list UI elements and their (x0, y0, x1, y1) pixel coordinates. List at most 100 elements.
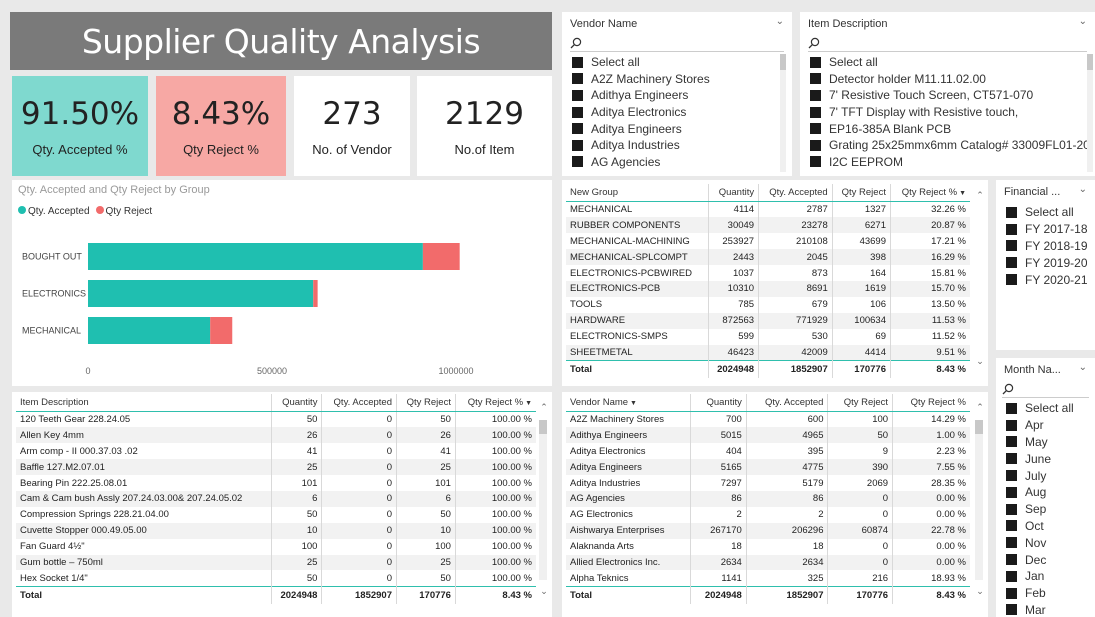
checkbox-icon[interactable] (572, 123, 583, 135)
scrollbar[interactable] (539, 420, 547, 580)
chevron-down-icon[interactable]: ⌄ (1079, 184, 1087, 195)
column-header[interactable]: Qty Reject % ▼ (454, 394, 536, 412)
bar-accepted[interactable] (88, 243, 423, 270)
column-header[interactable]: Qty. Accepted (745, 394, 828, 412)
vendor-slicer-header[interactable]: Vendor Name ⌄ (562, 12, 792, 34)
table-row[interactable]: 120 Teeth Gear 228.24.05 50 0 50 100.00 % (16, 411, 536, 428)
table-row[interactable]: Aditya Industries 7297 5179 2069 28.35 % (566, 475, 970, 491)
slicer-option[interactable]: Apr (1006, 417, 1087, 434)
table-row[interactable]: RUBBER COMPONENTS 30049 23278 6271 20.87 % (566, 217, 970, 234)
column-header[interactable]: New Group (566, 184, 709, 202)
table-row[interactable]: Hex Socket 1/4" 50 0 50 100.00 % (16, 570, 536, 587)
checkbox-icon[interactable] (1006, 274, 1017, 286)
month-search-input[interactable] (1002, 380, 1089, 398)
financial-year-slicer[interactable]: Financial ... ⌄ Select all FY 2017-18 FY 2… (996, 180, 1095, 350)
column-header[interactable]: Qty. Accepted (758, 184, 833, 202)
checkbox-icon[interactable] (1006, 240, 1017, 252)
bar-accepted[interactable] (88, 280, 314, 307)
sort-arrow-icon[interactable]: ▼ (523, 400, 532, 407)
table-row[interactable]: Allied Electronics Inc. 2634 2634 0 0.00 % (566, 554, 970, 571)
table-row[interactable]: Bearing Pin 222.25.08.01 101 0 101 100.00 % (16, 475, 536, 491)
slicer-option[interactable]: EP16-385A Blank PCB (810, 120, 1087, 137)
checkbox-icon[interactable] (1006, 503, 1017, 515)
checkbox-icon[interactable] (572, 56, 583, 68)
table-row[interactable]: SHEETMETAL 46423 42009 4414 9.51 % (566, 344, 970, 361)
table-row[interactable]: Aditya Electronics 404 395 9 2.23 % (566, 443, 970, 460)
slicer-option[interactable]: A2Z Machinery Stores (572, 71, 784, 88)
column-header[interactable]: Item Description (16, 394, 272, 412)
bar-reject[interactable] (422, 243, 460, 270)
slicer-option[interactable]: FY 2020-21 (1006, 271, 1087, 288)
scrollbar[interactable] (1087, 54, 1093, 172)
table-row[interactable]: Arm comp - II 000.37.03 .02 41 0 41 100.00 % (16, 443, 536, 460)
checkbox-icon[interactable] (1006, 520, 1017, 532)
slicer-option[interactable]: Feb (1006, 585, 1087, 602)
slicer-option[interactable]: Select all (810, 54, 1087, 71)
scroll-up-arrow[interactable]: ⌃ (538, 402, 550, 413)
checkbox-icon[interactable] (572, 106, 583, 118)
item-slicer-header[interactable]: Item Description ⌄ (800, 12, 1095, 34)
slicer-option[interactable]: 7' Resistive Touch Screen, CT571-070 (810, 87, 1087, 104)
slicer-option[interactable]: Aditya Electronics (572, 104, 784, 121)
slicer-option[interactable]: FY 2018-19 (1006, 238, 1087, 255)
slicer-option[interactable]: May (1006, 434, 1087, 451)
table-row[interactable]: Baffle 127.M2.07.01 25 0 25 100.00 % (16, 459, 536, 476)
table-row[interactable]: MECHANICAL-SPLCOMPT 2443 2045 398 16.29 % (566, 249, 970, 266)
scrollbar[interactable] (780, 54, 786, 172)
table-row[interactable]: Cam & Cam bush Assly 207.24.03.00& 207.2… (16, 490, 536, 507)
column-header[interactable]: Quantity (690, 394, 747, 412)
slicer-option[interactable]: Grating 25x25mmx6mm Catalog# 33009FL01-2… (810, 137, 1087, 154)
slicer-option[interactable]: Oct (1006, 518, 1087, 535)
table-row[interactable]: AG Electronics 2 2 0 0.00 % (566, 506, 970, 523)
table-row[interactable]: Allen Key 4mm 26 0 26 100.00 % (16, 427, 536, 444)
slicer-option[interactable]: Sep (1006, 501, 1087, 518)
checkbox-icon[interactable] (1006, 604, 1017, 616)
checkbox-icon[interactable] (1006, 257, 1017, 269)
checkbox-icon[interactable] (572, 73, 583, 85)
checkbox-icon[interactable] (1006, 470, 1017, 482)
table-row[interactable]: MECHANICAL 4114 2787 1327 32.26 % (566, 201, 970, 218)
chevron-down-icon[interactable]: ⌄ (776, 16, 784, 27)
checkbox-icon[interactable] (1006, 206, 1017, 218)
slicer-option[interactable]: Detector holder M11.11.02.00 (810, 71, 1087, 88)
table-row[interactable]: MECHANICAL-MACHINING 253927 210108 43699 17.… (566, 233, 970, 250)
scroll-down-arrow[interactable]: ⌄ (538, 586, 550, 597)
sort-arrow-icon[interactable]: ▼ (957, 190, 966, 197)
column-header[interactable]: Qty Reject (827, 394, 893, 412)
checkbox-icon[interactable] (1006, 537, 1017, 549)
checkbox-icon[interactable] (810, 123, 821, 135)
column-header[interactable]: Qty Reject % (892, 394, 970, 412)
slicer-option[interactable]: Mar (1006, 602, 1087, 617)
checkbox-icon[interactable] (810, 156, 821, 168)
scrollbar[interactable] (975, 420, 983, 580)
slicer-option[interactable]: 7' TFT Display with Resistive touch, (810, 104, 1087, 121)
checkbox-icon[interactable] (1006, 587, 1017, 599)
checkbox-icon[interactable] (572, 156, 583, 168)
table-row[interactable]: TOOLS 785 679 106 13.50 % (566, 296, 970, 313)
chevron-down-icon[interactable]: ⌄ (1079, 362, 1087, 373)
column-header[interactable]: Quantity (270, 394, 322, 412)
slicer-option[interactable]: Select all (1006, 204, 1087, 221)
column-header[interactable]: Qty Reject % ▼ (889, 184, 970, 202)
bar-reject[interactable] (210, 317, 233, 344)
table-row[interactable]: ELECTRONICS-SMPS 599 530 69 11.52 % (566, 328, 970, 345)
scroll-down-arrow[interactable]: ⌄ (974, 356, 986, 367)
slicer-option[interactable]: Jan (1006, 568, 1087, 585)
vendor-search-input[interactable] (570, 34, 784, 52)
slicer-option[interactable]: AG Agencies (572, 154, 784, 171)
scroll-down-arrow[interactable]: ⌄ (974, 586, 986, 597)
slicer-option[interactable]: July (1006, 467, 1087, 484)
checkbox-icon[interactable] (1006, 486, 1017, 498)
slicer-option[interactable]: Aditya Industries (572, 137, 784, 154)
table-row[interactable]: Fan Guard 4½" 100 0 100 100.00 % (16, 538, 536, 555)
slicer-option[interactable]: FY 2019-20 (1006, 254, 1087, 271)
column-header[interactable]: Qty. Accepted (321, 394, 397, 412)
slicer-option[interactable]: Adithya Engineers (572, 87, 784, 104)
chevron-down-icon[interactable]: ⌄ (1079, 16, 1087, 27)
table-row[interactable]: Compression Springs 228.21.04.00 50 0 50 100… (16, 506, 536, 523)
column-header[interactable]: Vendor Name ▼ (566, 394, 691, 412)
slicer-option[interactable]: Select all (572, 54, 784, 71)
table-row[interactable]: Alpha Teknics 1141 325 216 18.93 % (566, 570, 970, 587)
table-row[interactable]: HARDWARE 872563 771929 100634 11.53 % (566, 312, 970, 329)
month-slicer[interactable]: Month Na... ⌄ Select all Apr May June July Au… (996, 358, 1095, 617)
